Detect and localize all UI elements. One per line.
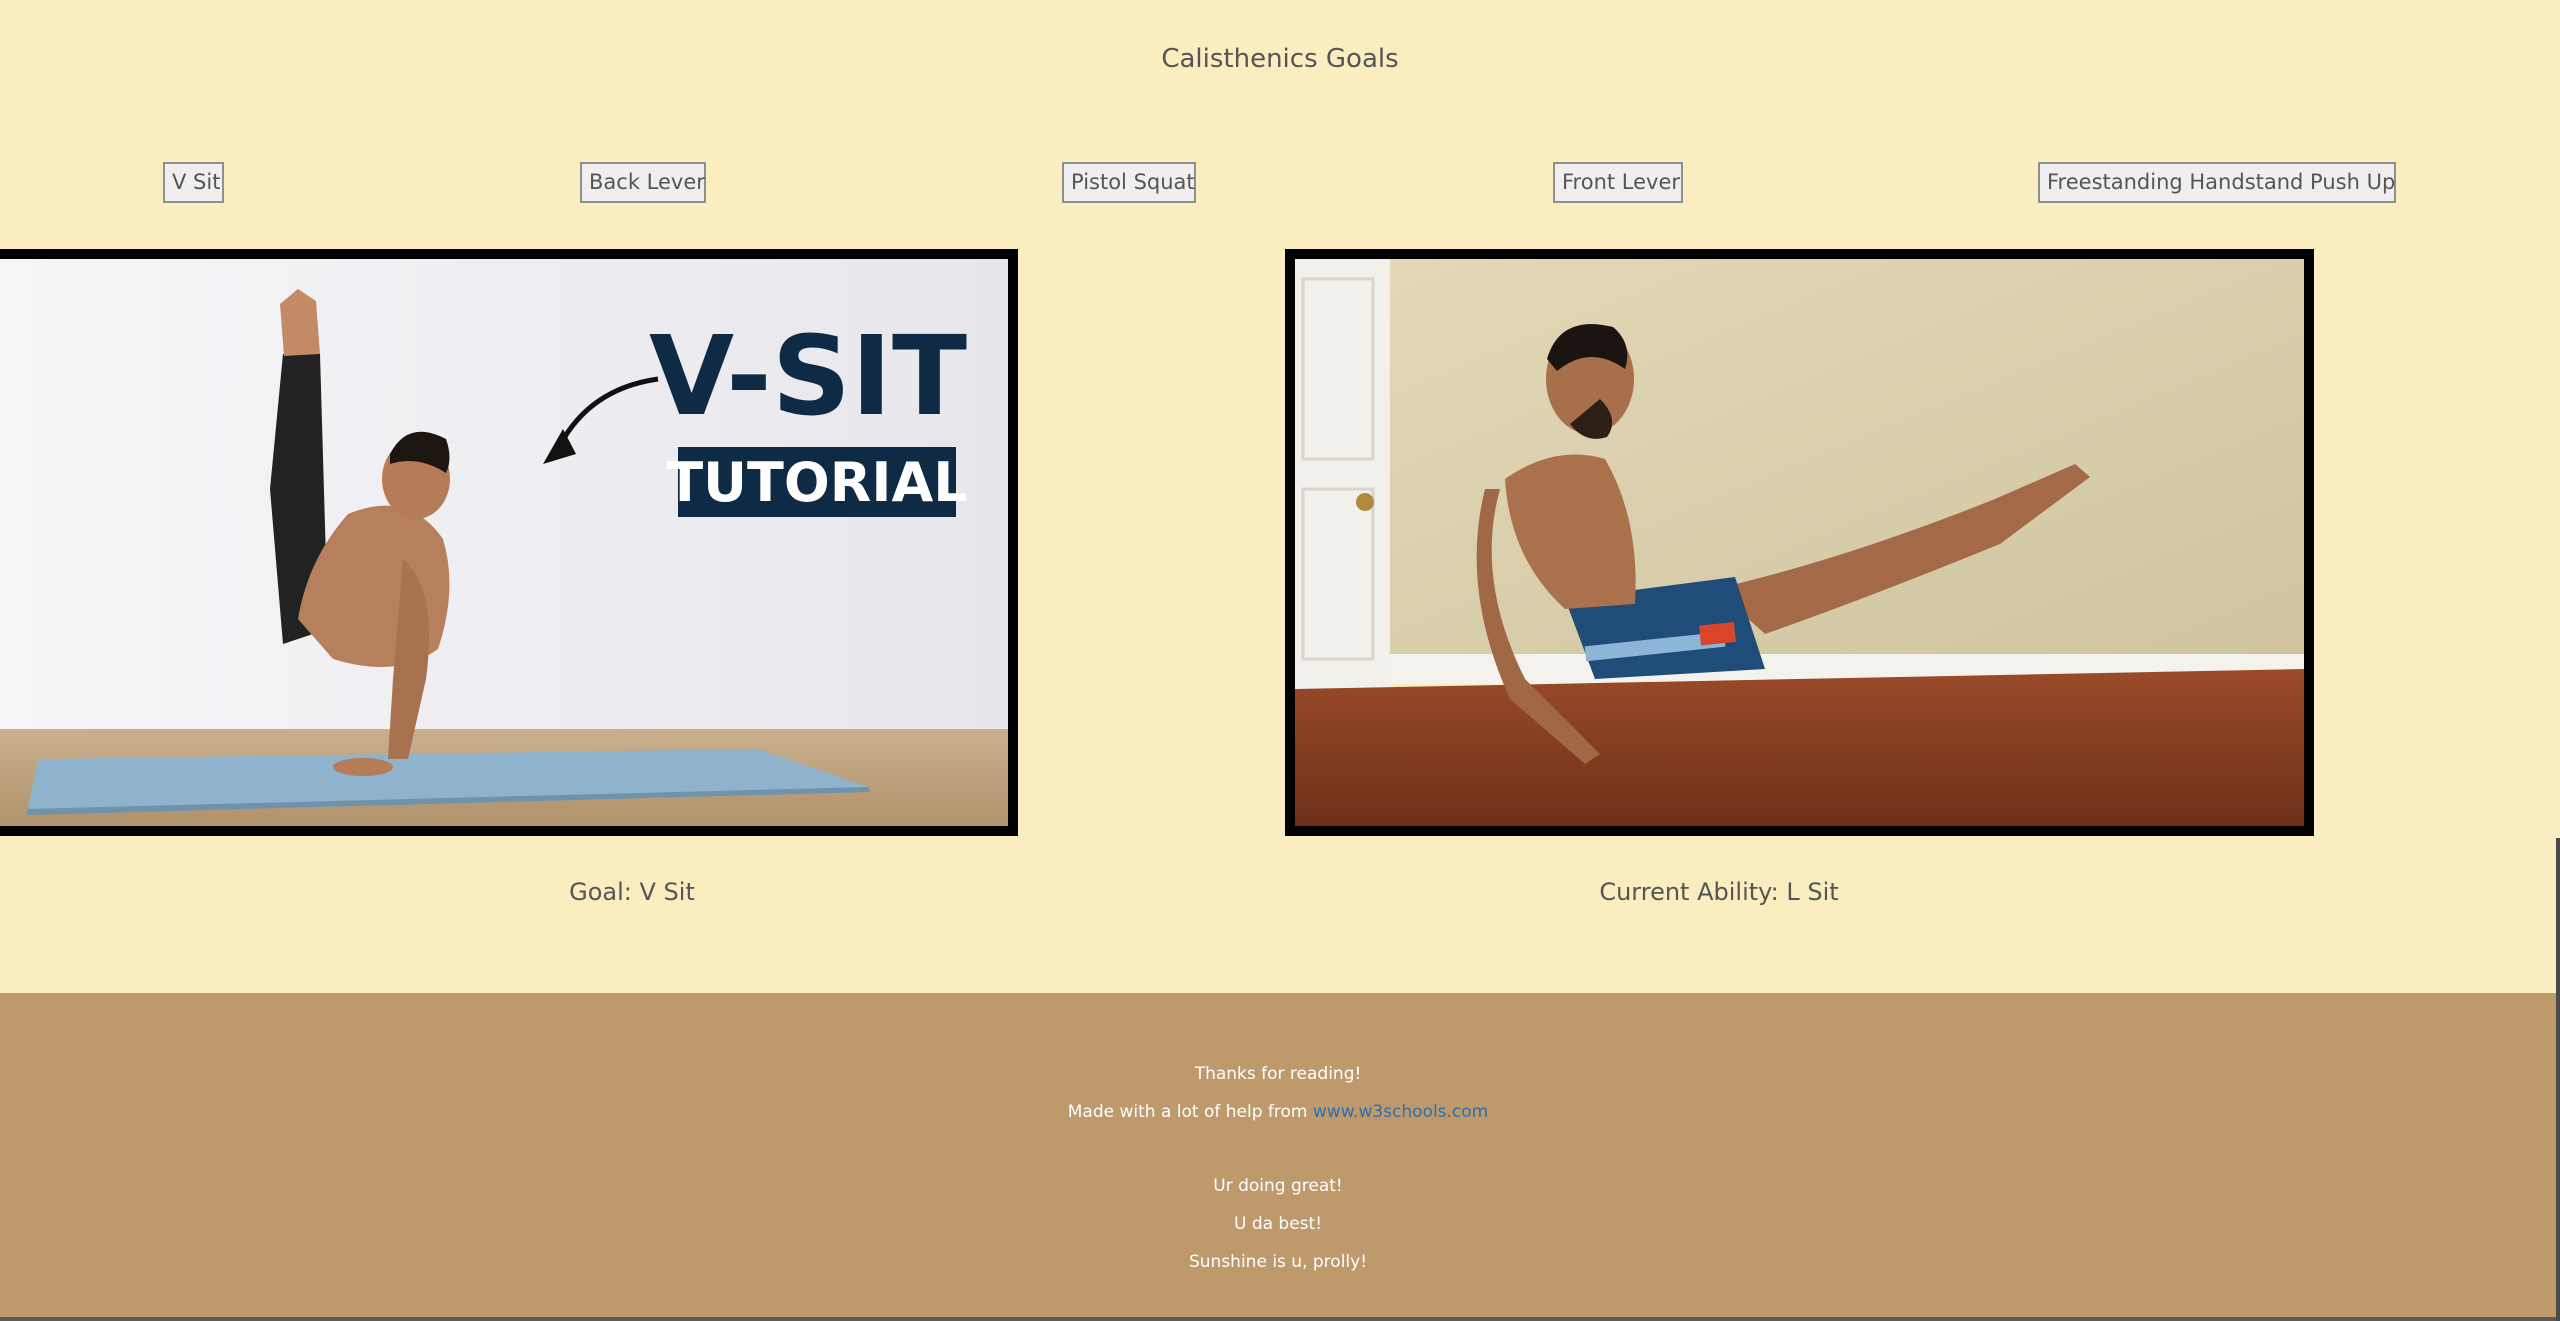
w3schools-link[interactable]: www.w3schools.com [1313, 1102, 1488, 1122]
l-sit-photo [1295, 259, 2304, 826]
current-ability-caption: Current Ability: L Sit [1599, 878, 1839, 906]
front-lever-button[interactable]: Front Lever [1553, 162, 1683, 203]
tutorial-label: TUTORIAL [666, 451, 967, 514]
thanks-text: Thanks for reading! [1194, 1064, 1362, 1084]
handstand-push-up-button[interactable]: Freestanding Handstand Push Up [2038, 162, 2396, 203]
current-ability-image [1285, 249, 2314, 836]
credits-text: Made with a lot of help from www.w3schoo… [0, 1102, 2556, 1122]
footer: Thanks for reading! Made with a lot of h… [0, 993, 2556, 1318]
back-lever-button[interactable]: Back Lever [580, 162, 706, 203]
goal-image: V-SIT TUTORIAL [0, 249, 1018, 836]
encouragement-line-3: Sunshine is u, prolly! [1188, 1252, 1368, 1272]
encouragement-line-1: Ur doing great! [1213, 1176, 1343, 1196]
v-sit-photo: V-SIT TUTORIAL [0, 259, 1008, 826]
scrollbar[interactable] [2556, 838, 2560, 1321]
encouragement-line-2: U da best! [1233, 1214, 1323, 1234]
v-sit-heading: V-SIT [649, 312, 967, 440]
pistol-squat-button[interactable]: Pistol Squat [1062, 162, 1196, 203]
bottom-border [0, 1317, 2556, 1321]
credits-prefix: Made with a lot of help from [1067, 1102, 1313, 1122]
page-title: Calisthenics Goals [1161, 44, 1399, 74]
v-sit-button[interactable]: V Sit [163, 162, 224, 203]
